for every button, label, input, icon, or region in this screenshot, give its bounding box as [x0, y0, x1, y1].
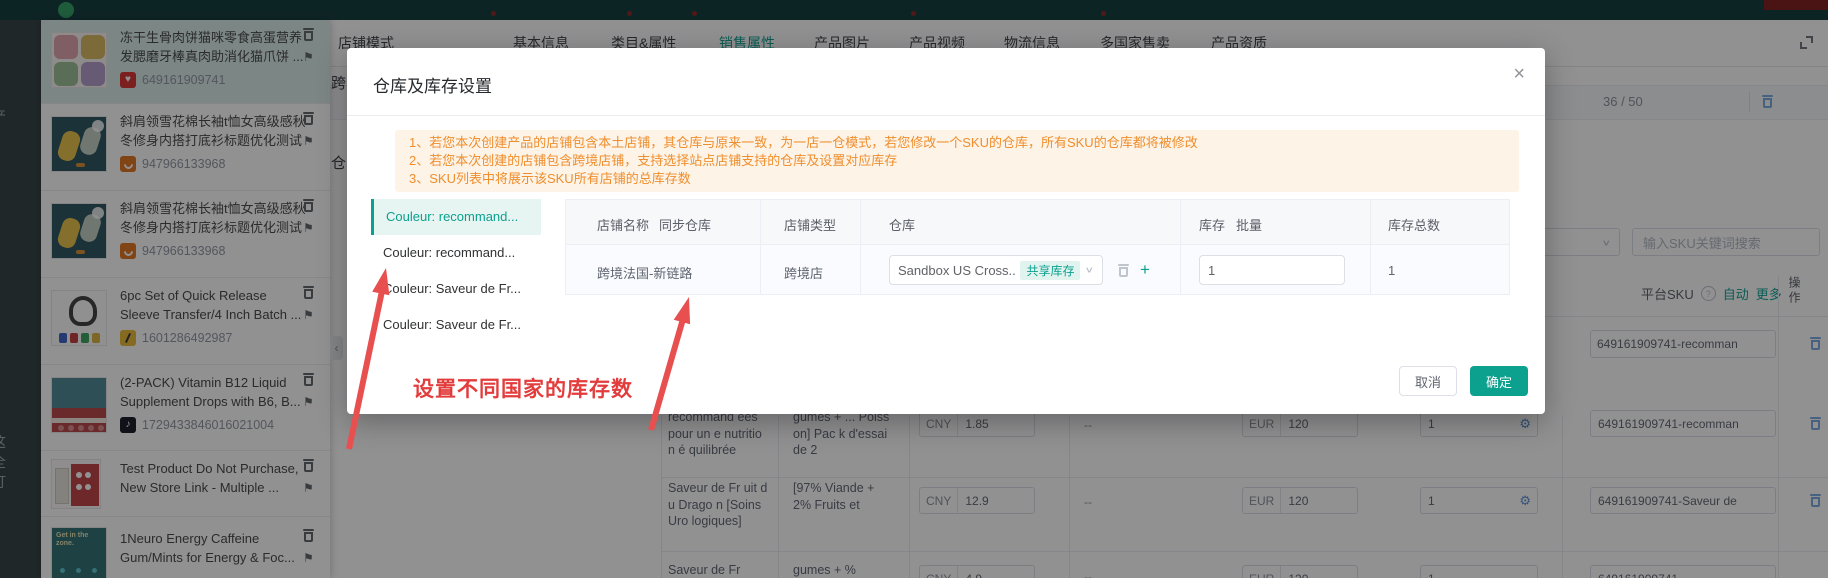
modal-title: 仓库及库存设置: [373, 77, 492, 96]
sku-variant-item[interactable]: Couleur: recommand...: [371, 199, 541, 235]
batch-link[interactable]: 批量: [1236, 215, 1262, 234]
stock-input[interactable]: [1199, 255, 1345, 285]
modal-header: 仓库及库存设置 ×: [347, 48, 1545, 116]
col-shop-type: 店铺类型: [784, 218, 837, 233]
divider: [760, 199, 761, 295]
close-icon[interactable]: ×: [1513, 64, 1525, 84]
notice-line: 3、SKU列表中将展示该SKU所有店铺的总库存数: [409, 171, 691, 186]
warehouse-select[interactable]: Sandbox US Cross... 共享库存 ∨: [889, 255, 1103, 285]
shop-name-cell: 跨境法国-新链路: [597, 266, 693, 281]
col-shop-name: 店铺名称: [597, 218, 650, 233]
warehouse-delete-icon[interactable]: [1118, 264, 1129, 277]
notice-box: 1、若您本次创建产品的店铺包含本土店铺，其仓库与原来一致，为一店一仓模式，若您修…: [395, 130, 1519, 192]
divider: [860, 199, 861, 295]
confirm-button[interactable]: 确定: [1470, 366, 1528, 396]
col-stock: 库存: [1199, 218, 1226, 233]
shared-stock-badge: 共享库存: [1020, 260, 1081, 280]
notice-line: 2、若您本次创建的店铺包含跨境店铺，支持选择站点店铺支持的仓库及设置对应库存: [409, 153, 898, 168]
sku-variant-item[interactable]: Couleur: Saveur de Fr...: [371, 271, 541, 307]
sku-variant-item[interactable]: Couleur: recommand...: [371, 235, 541, 271]
sku-variant-item[interactable]: Couleur: Saveur de Fr...: [371, 307, 541, 343]
shop-type-cell: 跨境店: [784, 266, 824, 281]
col-total-stock: 库存总数: [1388, 218, 1441, 233]
total-stock-cell: 1: [1388, 263, 1396, 278]
screen: 产 扌 这 全 打 店铺模式 基本信息 类目&属性 销售属性 产品图片 产品视频…: [0, 0, 1828, 578]
notice-line: 1、若您本次创建产品的店铺包含本土店铺，其仓库与原来一致，为一店一仓模式，若您修…: [409, 135, 1198, 150]
add-warehouse-icon[interactable]: +: [1140, 260, 1150, 280]
col-warehouse: 仓库: [889, 218, 916, 233]
warehouse-stock-modal: 仓库及库存设置 × 1、若您本次创建产品的店铺包含本土店铺，其仓库与原来一致，为…: [347, 48, 1545, 414]
divider: [1370, 199, 1371, 295]
divider: [1180, 199, 1181, 295]
chevron-down-icon: ∨: [1084, 264, 1094, 275]
sync-warehouse-link[interactable]: 同步仓库: [659, 215, 711, 234]
cancel-button[interactable]: 取消: [1399, 366, 1457, 396]
